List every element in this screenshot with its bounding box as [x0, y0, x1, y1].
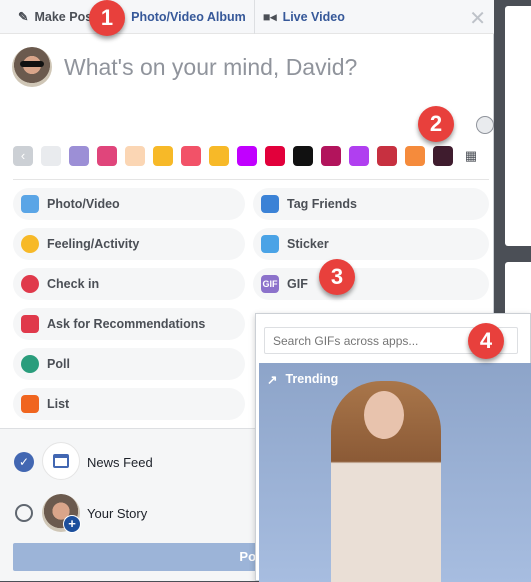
- option-label: Feeling/Activity: [47, 237, 140, 251]
- location-pin-icon: [21, 275, 39, 293]
- option-label: GIF: [287, 277, 308, 291]
- background-swatch[interactable]: [293, 146, 313, 166]
- trending-icon: ↗: [267, 373, 278, 387]
- background-swatch[interactable]: [69, 146, 89, 166]
- trending-label: Trending: [285, 372, 339, 386]
- swatch-back-button[interactable]: ‹: [13, 146, 33, 166]
- step-badge-3: 3: [319, 259, 355, 295]
- option-gif[interactable]: GIF GIF: [253, 268, 489, 300]
- option-check-in[interactable]: Check in: [13, 268, 245, 300]
- option-ask-for-recommendations[interactable]: Ask for Recommendations: [13, 308, 245, 340]
- option-label: Ask for Recommendations: [47, 317, 206, 331]
- tab-live-video[interactable]: ■◂ Live Video: [255, 0, 353, 34]
- step-badge-1: 1: [89, 0, 125, 36]
- background-swatch[interactable]: [405, 146, 425, 166]
- option-label: List: [47, 397, 70, 411]
- background-swatch[interactable]: [153, 146, 173, 166]
- photo-icon: [21, 195, 39, 213]
- gif-icon: GIF: [261, 275, 279, 293]
- option-label: Check in: [47, 277, 100, 291]
- close-icon[interactable]: ✕: [469, 6, 486, 31]
- step-badge-4: 4: [468, 323, 504, 359]
- sticker-icon: [261, 235, 279, 253]
- option-label: Sticker: [287, 237, 329, 251]
- video-camera-icon: ■◂: [262, 10, 277, 24]
- emoji-icon[interactable]: [476, 116, 494, 134]
- post-type-tabs: ✎Make Post ▣Photo/Video Album ■◂Live Vid…: [0, 0, 494, 34]
- option-label: Photo/Video: [47, 197, 120, 211]
- background-swatch[interactable]: [377, 146, 397, 166]
- tag-friends-icon: [261, 195, 279, 213]
- background-swatches: ‹ ▦: [13, 146, 481, 166]
- post-text-input[interactable]: What's on your mind, David?: [64, 54, 357, 81]
- poll-icon: [21, 355, 39, 373]
- smiley-icon: [21, 235, 39, 253]
- option-label: Poll: [47, 357, 70, 371]
- news-feed-icon: [42, 442, 80, 480]
- news-feed-label: News Feed: [87, 455, 153, 470]
- trending-gif[interactable]: ↗ Trending: [259, 363, 531, 582]
- option-photo-video[interactable]: Photo/Video: [13, 188, 245, 220]
- background-swatch[interactable]: [209, 146, 229, 166]
- background-swatch[interactable]: [433, 146, 453, 166]
- option-sticker[interactable]: Sticker: [253, 228, 489, 260]
- background-card: [505, 6, 531, 246]
- add-story-icon: +: [63, 515, 81, 533]
- background-swatch[interactable]: [125, 146, 145, 166]
- grid-icon[interactable]: ▦: [461, 146, 481, 166]
- option-label: Tag Friends: [287, 197, 357, 211]
- tab-photo-video-album[interactable]: ▣Photo/Video Album: [105, 0, 255, 34]
- step-badge-2: 2: [418, 106, 454, 142]
- list-icon: [21, 395, 39, 413]
- divider: [13, 179, 489, 180]
- background-swatch[interactable]: [349, 146, 369, 166]
- background-swatch[interactable]: [237, 146, 257, 166]
- your-story-label: Your Story: [87, 506, 148, 521]
- background-swatch[interactable]: [97, 146, 117, 166]
- option-poll[interactable]: Poll: [13, 348, 245, 380]
- background-swatch[interactable]: [265, 146, 285, 166]
- avatar: [12, 47, 52, 87]
- background-swatch[interactable]: [181, 146, 201, 166]
- option-feeling-activity[interactable]: Feeling/Activity: [13, 228, 245, 260]
- pencil-icon: ✎: [18, 10, 29, 24]
- option-list[interactable]: List: [13, 388, 245, 420]
- background-swatch[interactable]: [41, 146, 61, 166]
- news-feed-checkbox[interactable]: ✓: [14, 452, 34, 472]
- recommendation-icon: [21, 315, 39, 333]
- your-story-radio[interactable]: [15, 504, 33, 522]
- background-swatch[interactable]: [321, 146, 341, 166]
- option-tag-friends[interactable]: Tag Friends: [253, 188, 489, 220]
